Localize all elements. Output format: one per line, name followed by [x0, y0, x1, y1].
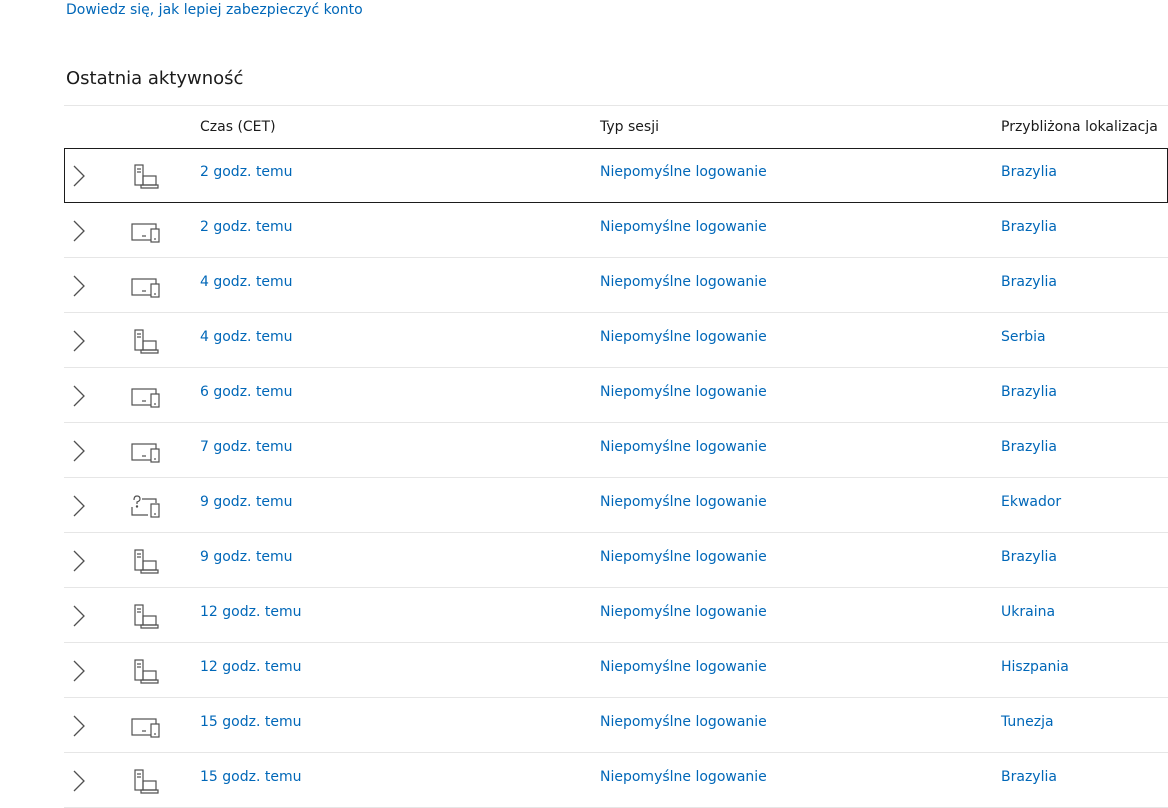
- table-row[interactable]: 12 godz. temu Niepomyślne logowanie Hiszpa…: [64, 643, 1168, 698]
- table-row[interactable]: 15 godz. temu Niepomyślne logowanie Tunezj…: [64, 698, 1168, 753]
- session-type[interactable]: Niepomyślne logowanie: [600, 274, 767, 290]
- table-row[interactable]: 6 godz. temu Niepomyślne logowanie Brazyli…: [64, 368, 1168, 423]
- table-row[interactable]: 2 godz. temu Niepomyślne logowanie Brazyli…: [64, 148, 1168, 203]
- location[interactable]: Brazylia: [1001, 219, 1057, 235]
- desktop-laptop-icon: [130, 163, 162, 191]
- table-row[interactable]: 15 godz. temu Niepomyślne logowanie Brazyl…: [64, 753, 1168, 808]
- desktop-laptop-icon: [130, 328, 162, 356]
- activity-time[interactable]: 9 godz. temu: [200, 549, 293, 565]
- column-header-type: Typ sesji: [600, 119, 659, 135]
- desktop-laptop-icon: [130, 548, 162, 576]
- chevron-right-icon[interactable]: [72, 770, 86, 792]
- monitor-phone-icon: [130, 713, 162, 741]
- desktop-laptop-icon: [130, 658, 162, 686]
- unknown-device-icon: [130, 493, 162, 521]
- section-title: Ostatnia aktywność: [66, 68, 244, 89]
- activity-time[interactable]: 12 godz. temu: [200, 659, 301, 675]
- location[interactable]: Serbia: [1001, 329, 1046, 345]
- location[interactable]: Brazylia: [1001, 439, 1057, 455]
- session-type[interactable]: Niepomyślne logowanie: [600, 494, 767, 510]
- activity-time[interactable]: 4 godz. temu: [200, 274, 293, 290]
- chevron-right-icon[interactable]: [72, 275, 86, 297]
- table-row[interactable]: 4 godz. temu Niepomyślne logowanie Serbia: [64, 313, 1168, 368]
- session-type[interactable]: Niepomyślne logowanie: [600, 769, 767, 785]
- chevron-right-icon[interactable]: [72, 495, 86, 517]
- table-row[interactable]: 9 godz. temu Niepomyślne logowanie Ekwador: [64, 478, 1168, 533]
- session-type[interactable]: Niepomyślne logowanie: [600, 164, 767, 180]
- location[interactable]: Brazylia: [1001, 549, 1057, 565]
- monitor-phone-icon: [130, 438, 162, 466]
- activity-time[interactable]: 15 godz. temu: [200, 714, 301, 730]
- activity-time[interactable]: 2 godz. temu: [200, 219, 293, 235]
- activity-time[interactable]: 9 godz. temu: [200, 494, 293, 510]
- activity-table: Czas (CET) Typ sesji Przybliżona lokaliz…: [64, 105, 1168, 808]
- location[interactable]: Brazylia: [1001, 384, 1057, 400]
- session-type[interactable]: Niepomyślne logowanie: [600, 714, 767, 730]
- activity-time[interactable]: 7 godz. temu: [200, 439, 293, 455]
- table-header: Czas (CET) Typ sesji Przybliżona lokaliz…: [64, 105, 1168, 148]
- monitor-phone-icon: [130, 218, 162, 246]
- location[interactable]: Brazylia: [1001, 164, 1057, 180]
- location[interactable]: Brazylia: [1001, 769, 1057, 785]
- secure-account-link[interactable]: Dowiedz się, jak lepiej zabezpieczyć kon…: [66, 2, 363, 18]
- chevron-right-icon[interactable]: [72, 385, 86, 407]
- monitor-phone-icon: [130, 383, 162, 411]
- monitor-phone-icon: [130, 273, 162, 301]
- table-body: 2 godz. temu Niepomyślne logowanie Brazyli…: [64, 148, 1168, 808]
- table-row[interactable]: 7 godz. temu Niepomyślne logowanie Brazyli…: [64, 423, 1168, 478]
- chevron-right-icon[interactable]: [72, 165, 86, 187]
- activity-time[interactable]: 4 godz. temu: [200, 329, 293, 345]
- table-row[interactable]: 2 godz. temu Niepomyślne logowanie Brazyli…: [64, 203, 1168, 258]
- location[interactable]: Ekwador: [1001, 494, 1061, 510]
- column-header-time: Czas (CET): [200, 119, 276, 135]
- location[interactable]: Tunezja: [1001, 714, 1054, 730]
- table-row[interactable]: 12 godz. temu Niepomyślne logowanie Ukrain…: [64, 588, 1168, 643]
- table-row[interactable]: 4 godz. temu Niepomyślne logowanie Brazyli…: [64, 258, 1168, 313]
- session-type[interactable]: Niepomyślne logowanie: [600, 659, 767, 675]
- activity-time[interactable]: 12 godz. temu: [200, 604, 301, 620]
- activity-time[interactable]: 15 godz. temu: [200, 769, 301, 785]
- session-type[interactable]: Niepomyślne logowanie: [600, 384, 767, 400]
- chevron-right-icon[interactable]: [72, 715, 86, 737]
- session-type[interactable]: Niepomyślne logowanie: [600, 439, 767, 455]
- desktop-laptop-icon: [130, 768, 162, 796]
- location[interactable]: Hiszpania: [1001, 659, 1069, 675]
- session-type[interactable]: Niepomyślne logowanie: [600, 604, 767, 620]
- activity-time[interactable]: 6 godz. temu: [200, 384, 293, 400]
- location[interactable]: Ukraina: [1001, 604, 1055, 620]
- session-type[interactable]: Niepomyślne logowanie: [600, 219, 767, 235]
- session-type[interactable]: Niepomyślne logowanie: [600, 549, 767, 565]
- activity-time[interactable]: 2 godz. temu: [200, 164, 293, 180]
- location[interactable]: Brazylia: [1001, 274, 1057, 290]
- chevron-right-icon[interactable]: [72, 220, 86, 242]
- chevron-right-icon[interactable]: [72, 550, 86, 572]
- chevron-right-icon[interactable]: [72, 330, 86, 352]
- session-type[interactable]: Niepomyślne logowanie: [600, 329, 767, 345]
- chevron-right-icon[interactable]: [72, 660, 86, 682]
- chevron-right-icon[interactable]: [72, 440, 86, 462]
- column-header-location: Przybliżona lokalizacja: [1001, 119, 1158, 135]
- desktop-laptop-icon: [130, 603, 162, 631]
- chevron-right-icon[interactable]: [72, 605, 86, 627]
- table-row[interactable]: 9 godz. temu Niepomyślne logowanie Brazyli…: [64, 533, 1168, 588]
